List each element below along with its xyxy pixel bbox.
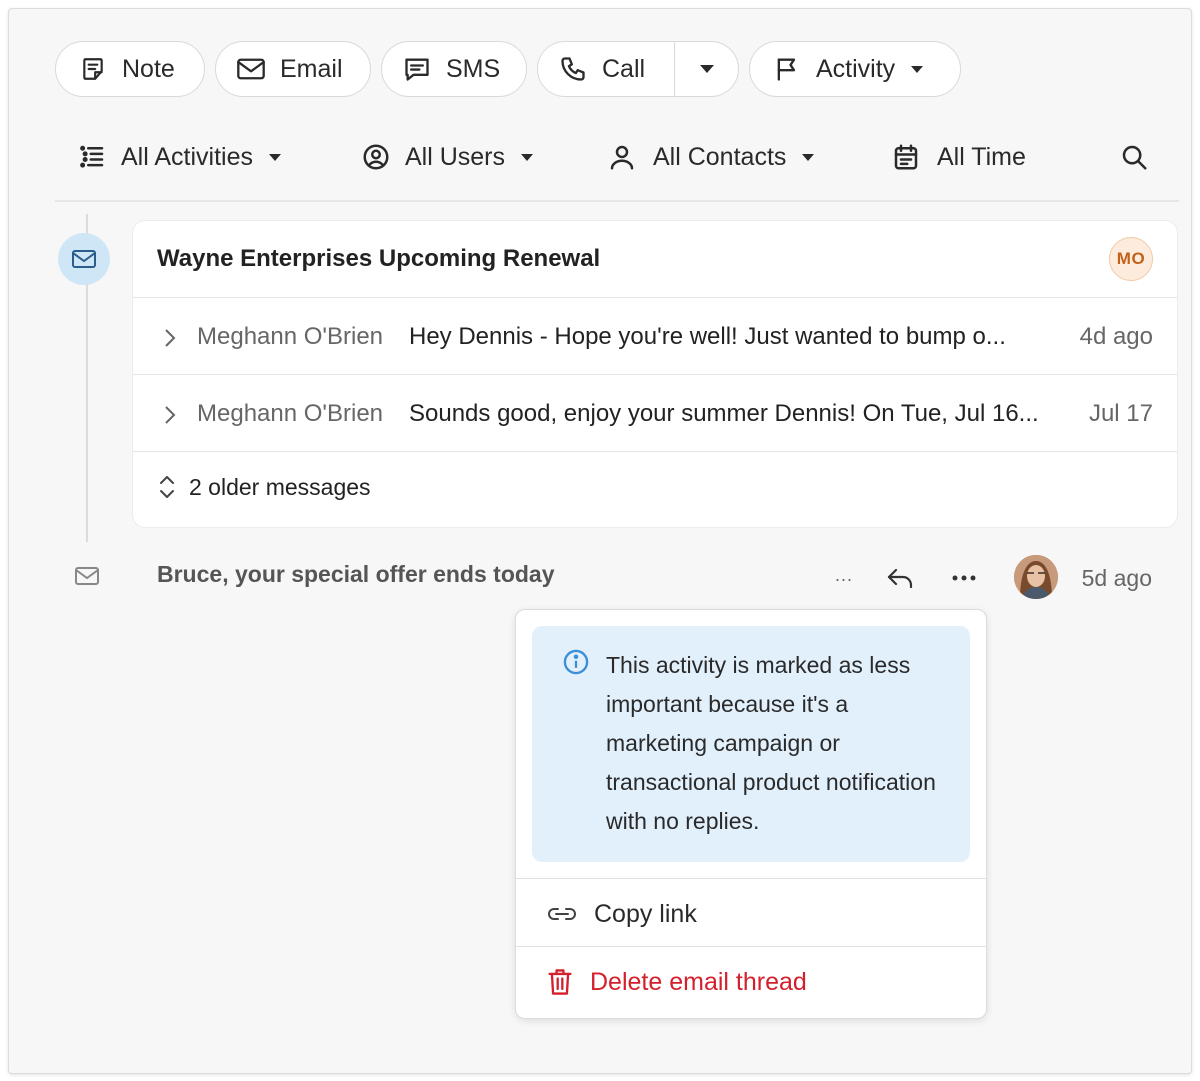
flag-icon bbox=[772, 54, 802, 84]
filter-activities-label: All Activities bbox=[121, 142, 253, 171]
delete-thread-label: Delete email thread bbox=[590, 967, 807, 996]
note-label: Note bbox=[122, 54, 175, 83]
call-label[interactable]: Call bbox=[602, 55, 645, 84]
email-label: Email bbox=[280, 54, 343, 83]
row-divider bbox=[133, 297, 1177, 298]
envelope-icon bbox=[73, 565, 101, 592]
options-menu: This activity is marked as less importan… bbox=[515, 609, 987, 1019]
person-icon bbox=[610, 145, 634, 170]
message-snippet: Sounds good, enjoy your summer Dennis! O… bbox=[409, 400, 1039, 427]
caret-down-icon bbox=[521, 153, 534, 161]
owner-avatar: MO bbox=[1109, 237, 1153, 281]
thread-title[interactable]: Wayne Enterprises Upcoming Renewal bbox=[157, 245, 600, 273]
sms-button[interactable]: SMS bbox=[381, 41, 527, 97]
filter-time[interactable]: All Time bbox=[891, 139, 1026, 175]
email-thread-card[interactable]: Wayne Enterprises Upcoming Renewal MO Me… bbox=[133, 221, 1177, 527]
email-button[interactable]: Email bbox=[215, 41, 371, 97]
filter-users[interactable]: All Users bbox=[361, 139, 534, 175]
activity-button[interactable]: Activity bbox=[749, 41, 961, 97]
copy-link-label: Copy link bbox=[594, 899, 697, 928]
phone-icon[interactable] bbox=[558, 54, 588, 84]
message-time: Jul 17 bbox=[1088, 400, 1153, 427]
envelope-icon bbox=[236, 54, 266, 84]
more-options-button[interactable] bbox=[947, 563, 981, 593]
delete-thread-menu-item[interactable]: Delete email thread bbox=[546, 962, 807, 1002]
message-row[interactable]: Meghann O'Brien Hey Dennis - Hope you're… bbox=[133, 299, 1177, 375]
filter-users-label: All Users bbox=[405, 142, 506, 171]
filter-contacts-label: All Contacts bbox=[653, 142, 787, 171]
row-divider bbox=[133, 451, 1177, 452]
search-icon bbox=[1122, 145, 1147, 170]
timeline-email-marker bbox=[58, 233, 110, 285]
info-text: This activity is marked as less importan… bbox=[606, 652, 936, 834]
list-icon bbox=[80, 145, 104, 168]
menu-divider bbox=[516, 878, 986, 879]
note-icon bbox=[78, 54, 108, 84]
filter-divider bbox=[55, 200, 1179, 202]
call-options-button[interactable] bbox=[675, 42, 739, 96]
activity-time: 5d ago bbox=[1081, 565, 1152, 591]
menu-divider bbox=[516, 946, 986, 947]
link-icon bbox=[548, 908, 576, 920]
search-button[interactable] bbox=[1119, 139, 1149, 175]
message-snippet: Hey Dennis - Hope you're well! Just want… bbox=[409, 323, 1006, 350]
message-sender: Meghann O'Brien bbox=[197, 400, 384, 427]
copy-link-menu-item[interactable]: Copy link bbox=[546, 894, 697, 934]
trash-icon bbox=[548, 969, 572, 995]
envelope-icon bbox=[72, 250, 96, 268]
call-button-group: Call bbox=[537, 41, 739, 97]
activity-title[interactable]: Bruce, your special offer ends today bbox=[157, 561, 555, 588]
filter-time-label: All Time bbox=[937, 142, 1026, 171]
filter-activities[interactable]: All Activities bbox=[77, 139, 281, 175]
avatar bbox=[1014, 555, 1058, 599]
sms-label: SMS bbox=[446, 54, 501, 83]
info-icon bbox=[562, 648, 590, 681]
message-time: 4d ago bbox=[1079, 323, 1153, 350]
chevron-right-icon[interactable] bbox=[163, 327, 177, 356]
calendar-icon bbox=[894, 144, 918, 170]
message-icon bbox=[402, 54, 432, 84]
caret-down-icon bbox=[268, 153, 281, 161]
user-circle-icon bbox=[363, 144, 389, 170]
message-sender: Meghann O'Brien bbox=[197, 323, 384, 350]
caret-down-icon bbox=[802, 153, 815, 161]
older-messages-label: 2 older messages bbox=[189, 473, 371, 500]
expand-icon bbox=[160, 476, 174, 498]
info-notice: This activity is marked as less importan… bbox=[532, 626, 970, 862]
chevron-right-icon[interactable] bbox=[163, 404, 177, 433]
expand-content-button[interactable]: ... bbox=[835, 565, 853, 586]
filter-contacts[interactable]: All Contacts bbox=[607, 139, 815, 175]
reply-icon bbox=[887, 568, 913, 589]
activity-panel: Note Email SMS Call Activity All Activit… bbox=[8, 8, 1192, 1074]
activity-label: Activity bbox=[816, 54, 896, 83]
caret-down-icon bbox=[911, 65, 924, 73]
more-horizontal-icon bbox=[952, 575, 976, 581]
row-divider bbox=[133, 374, 1177, 375]
reply-button[interactable] bbox=[883, 563, 917, 593]
note-button[interactable]: Note bbox=[55, 41, 205, 97]
message-row[interactable]: Meghann O'Brien Sounds good, enjoy your … bbox=[133, 376, 1177, 452]
older-messages-toggle[interactable]: 2 older messages bbox=[157, 473, 371, 501]
caret-down-icon bbox=[700, 65, 714, 73]
